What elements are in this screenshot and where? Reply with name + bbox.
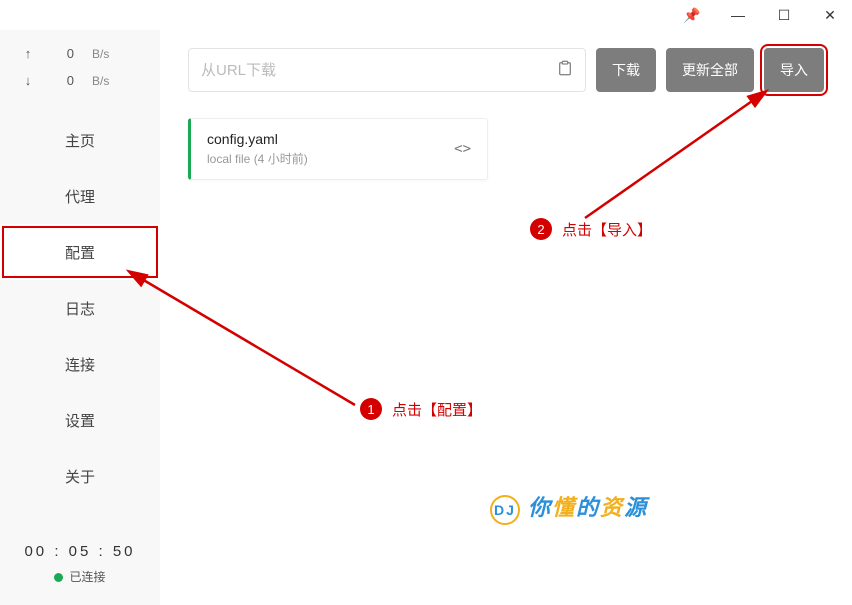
nav-about[interactable]: 关于	[0, 448, 160, 504]
upload-value: 0	[54, 46, 74, 61]
uptime: 00 : 05 : 50	[0, 543, 160, 560]
sidebar: ↑ 0 B/s ↓ 0 B/s 主页 代理 配置 日志 连接 设置 关于 00 …	[0, 30, 160, 605]
window-titlebar: 📌 — ☐ ✕	[0, 0, 852, 30]
upload-unit: B/s	[92, 47, 109, 61]
nav-connections[interactable]: 连接	[0, 336, 160, 392]
traffic-panel: ↑ 0 B/s ↓ 0 B/s	[0, 40, 160, 104]
annotation-step1: 1 点击【配置】	[360, 398, 482, 420]
paste-icon[interactable]	[557, 60, 573, 81]
config-filename: config.yaml	[207, 131, 454, 147]
update-all-button[interactable]: 更新全部	[666, 48, 754, 92]
nav-profiles[interactable]: 配置	[0, 224, 160, 280]
config-card[interactable]: config.yaml local file (4 小时前) <>	[188, 118, 488, 180]
url-input-wrapper[interactable]	[188, 48, 586, 92]
close-button[interactable]: ✕	[816, 1, 844, 29]
nav-home[interactable]: 主页	[0, 112, 160, 168]
url-input[interactable]	[201, 62, 557, 79]
watermark-logo: DJ	[490, 495, 520, 525]
watermark-char: 懂	[552, 495, 576, 520]
arrow-down-icon: ↓	[20, 73, 36, 88]
config-subtitle: local file (4 小时前)	[207, 150, 454, 167]
download-value: 0	[54, 73, 74, 88]
status-panel: 00 : 05 : 50 已连接	[0, 529, 160, 605]
connection-status: 已连接	[0, 568, 160, 585]
sidebar-nav: 主页 代理 配置 日志 连接 设置 关于	[0, 112, 160, 504]
code-icon[interactable]: <>	[454, 141, 471, 157]
traffic-upload: ↑ 0 B/s	[20, 40, 140, 67]
arrow-up-icon: ↑	[20, 46, 36, 61]
status-dot-icon	[54, 573, 63, 582]
watermark-char: 你	[528, 495, 552, 520]
annotation-arrow-2	[565, 80, 785, 230]
watermark-char: 源	[624, 495, 648, 520]
status-text: 已连接	[69, 570, 105, 584]
annotation-badge-2: 2	[530, 218, 552, 240]
traffic-download: ↓ 0 B/s	[20, 67, 140, 94]
download-unit: B/s	[92, 74, 109, 88]
maximize-button[interactable]: ☐	[770, 1, 798, 29]
annotation-step2: 2 点击【导入】	[530, 218, 652, 240]
config-info: config.yaml local file (4 小时前)	[207, 131, 454, 167]
annotation-text-1: 点击【配置】	[392, 399, 482, 420]
nav-logs[interactable]: 日志	[0, 280, 160, 336]
watermark-char: 的	[576, 495, 600, 520]
main-content: 下载 更新全部 导入 config.yaml local file (4 小时前…	[160, 30, 852, 605]
nav-settings[interactable]: 设置	[0, 392, 160, 448]
watermark: DJ 你懂的资源	[490, 490, 648, 525]
minimize-button[interactable]: —	[724, 1, 752, 29]
pin-icon[interactable]: 📌	[678, 1, 706, 29]
nav-proxy[interactable]: 代理	[0, 168, 160, 224]
annotation-text-2: 点击【导入】	[562, 219, 652, 240]
url-toolbar: 下载 更新全部 导入	[188, 48, 824, 92]
import-button[interactable]: 导入	[764, 48, 824, 92]
watermark-char: 资	[600, 495, 624, 520]
annotation-badge-1: 1	[360, 398, 382, 420]
download-button[interactable]: 下载	[596, 48, 656, 92]
